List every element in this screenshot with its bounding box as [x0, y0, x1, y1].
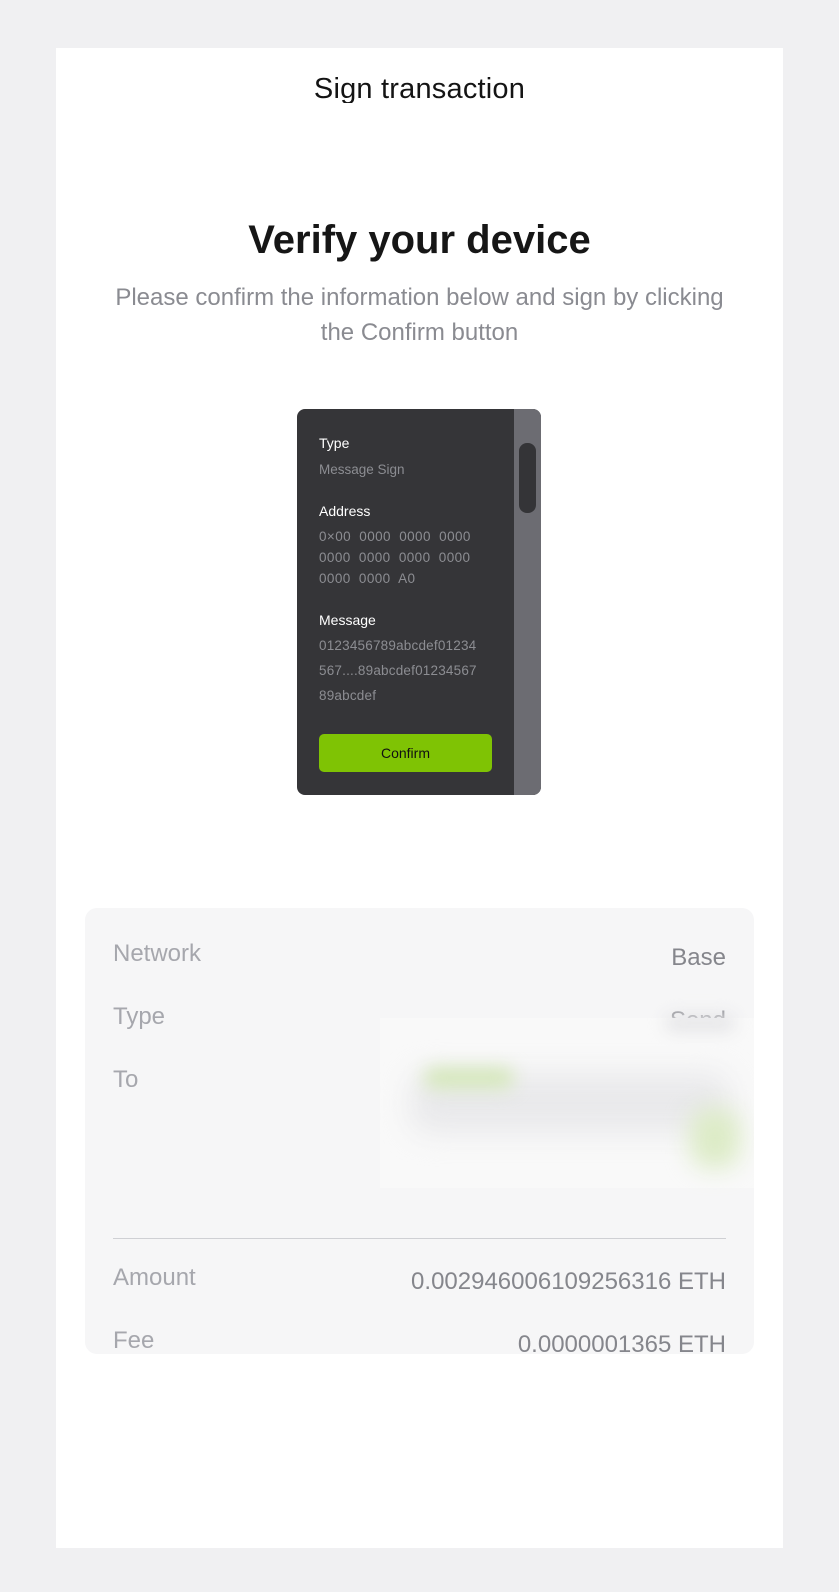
device-address-label: Address	[319, 503, 371, 519]
page-title-text: Sign transaction	[313, 73, 526, 103]
verify-subtitle: Please confirm the information below and…	[115, 284, 724, 346]
verify-heading: Verify your device	[248, 218, 591, 262]
amount-value: 0.002946006109256316 ETH	[411, 1268, 726, 1295]
address-line: 0×00 0000 0000 0000	[319, 529, 471, 544]
address-line: 0000 0000 0000 0000	[319, 550, 471, 565]
fee-value: 0.0000001365 ETH	[517, 1331, 726, 1354]
message-line: 0123456789abcdef01234	[319, 638, 477, 653]
page-title: Sign transaction	[56, 70, 783, 106]
device-type-value: Message Sign	[319, 462, 405, 477]
blur-patch	[690, 1108, 740, 1168]
sign-transaction-panel: Sign transaction Verify your device Plea…	[56, 48, 783, 1548]
device-message-label: Message	[319, 612, 376, 628]
message-line: 89abcdef	[319, 688, 377, 703]
device-message-value: 0123456789abcdef01234 567....89abcdef012…	[319, 633, 499, 708]
network-value: Base	[671, 944, 726, 971]
message-line: 567....89abcdef01234567	[319, 663, 477, 678]
amount-label: Amount	[113, 1264, 196, 1291]
hardware-device-screen: Type Message Sign Address 0×00 0000 0000…	[297, 409, 541, 795]
transaction-summary-card: Network Base Type Send To Amount 0.00294…	[85, 908, 754, 1354]
summary-divider	[113, 1238, 726, 1239]
device-scrollbar-track[interactable]	[514, 409, 541, 795]
type-label: Type	[113, 1003, 166, 1030]
address-line: 0000 0000 A0	[319, 571, 416, 586]
device-confirm-button[interactable]: Confirm	[319, 734, 492, 772]
blur-patch	[665, 1014, 735, 1032]
device-type-label: Type	[319, 435, 350, 451]
network-label: Network	[113, 940, 202, 967]
blur-patch	[424, 1068, 514, 1088]
device-scrollbar-thumb[interactable]	[519, 443, 536, 513]
to-label: To	[113, 1066, 139, 1093]
recipient-address-blurred	[380, 1014, 754, 1188]
device-address-value: 0×00 0000 0000 0000 0000 0000 0000 0000 …	[319, 526, 499, 589]
fee-label: Fee	[113, 1327, 155, 1354]
